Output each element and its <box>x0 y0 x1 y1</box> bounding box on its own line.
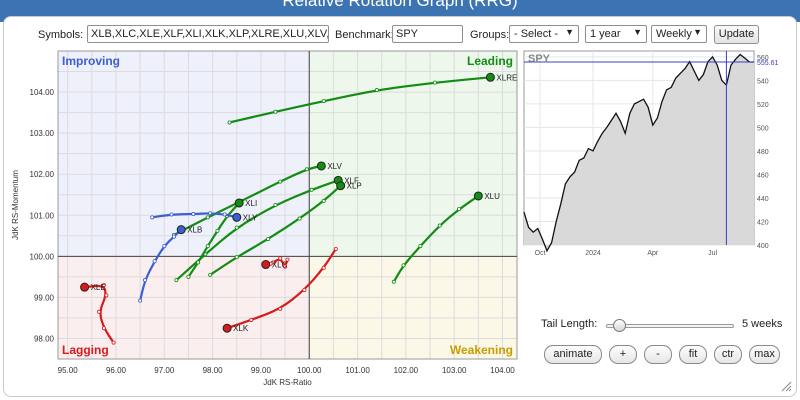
tail-length-label: Tail Length: <box>541 318 598 330</box>
resize-grip-icon[interactable] <box>780 380 792 392</box>
head-point <box>222 323 232 333</box>
series-label: XLC <box>272 261 288 270</box>
tail-point <box>174 278 179 283</box>
tail-point <box>302 288 307 293</box>
animate-button[interactable]: animate <box>544 345 602 364</box>
spy-y-tick-label: 520 <box>757 102 769 109</box>
head-point <box>261 260 271 270</box>
zoom-out-button[interactable]: - <box>644 345 672 364</box>
tail-point <box>104 293 109 298</box>
y-tick-label: 98.00 <box>34 334 55 343</box>
tail-point <box>138 298 143 303</box>
quadrant-label-weakening: Weakening <box>450 343 513 357</box>
tail-point <box>249 317 254 322</box>
spy-y-tick-label: 440 <box>757 196 769 203</box>
x-tick-label: 102.00 <box>394 366 419 375</box>
zoom-in-button[interactable]: + <box>609 345 637 364</box>
tail-point <box>391 279 396 284</box>
x-tick-label: 95.00 <box>58 366 79 375</box>
x-tick-label: 100.00 <box>297 366 322 375</box>
x-tick-label: 104.00 <box>490 366 515 375</box>
tail-point <box>196 260 201 265</box>
spy-y-tick-label: 400 <box>757 243 769 250</box>
spy-y-tick-label: 480 <box>757 149 769 156</box>
tail-point <box>101 326 106 331</box>
tail-point <box>278 306 283 311</box>
tail-point <box>278 256 283 261</box>
x-tick-label: 101.00 <box>345 366 370 375</box>
tail-point <box>401 263 406 268</box>
tail-point <box>321 265 326 270</box>
head-point <box>80 282 90 292</box>
quadrant-label-lagging: Lagging <box>62 343 109 357</box>
rrg-panel: Symbols: XLB,XLC,XLE,XLF,XLI,XLK,XLP,XLR… <box>3 16 797 397</box>
spy-x-tick-label: Apr <box>647 250 659 257</box>
x-tick-label: 103.00 <box>442 366 467 375</box>
tail-point <box>208 272 213 277</box>
x-tick-label: 98.00 <box>203 366 224 375</box>
x-tick-label: 99.00 <box>251 366 272 375</box>
tail-length-slider-thumb[interactable] <box>612 319 626 332</box>
spy-chart: 400420440460480500520540560Oct 2024 Apr Jul… <box>523 50 779 257</box>
tail-point <box>186 274 191 279</box>
tail-point <box>111 340 116 345</box>
tail-point <box>142 278 147 283</box>
fit-button[interactable]: fit <box>679 345 707 364</box>
spy-y-tick-label: 460 <box>757 172 769 179</box>
y-tick-label: 99.00 <box>34 293 55 302</box>
tail-point <box>97 309 102 314</box>
tail-length-value: 5 weeks <box>742 318 783 330</box>
spy-y-tick-label: 500 <box>757 125 769 132</box>
spy-current-value-label: 555.61 <box>757 60 779 67</box>
spy-title: SPY <box>528 53 551 65</box>
spy-y-tick-label: 420 <box>757 219 769 226</box>
x-axis-label: JdK RS-Ratio <box>263 378 312 387</box>
x-tick-label: 96.00 <box>106 366 127 375</box>
center-button[interactable]: ctr <box>714 345 742 364</box>
spy-x-tick-label: 2024 <box>585 250 601 257</box>
tail-point <box>152 259 157 264</box>
spy-x-tick-label: Jul <box>708 250 717 257</box>
series-label: XLE <box>91 283 106 292</box>
spy-x-tick-label: Oct <box>535 250 546 257</box>
spy-y-tick-label: 540 <box>757 78 769 85</box>
series-label: XLK <box>233 324 249 333</box>
page-title: Relative Rotation Graph (RRG) <box>282 0 518 10</box>
max-button[interactable]: max <box>749 345 780 364</box>
x-tick-label: 97.00 <box>154 366 175 375</box>
